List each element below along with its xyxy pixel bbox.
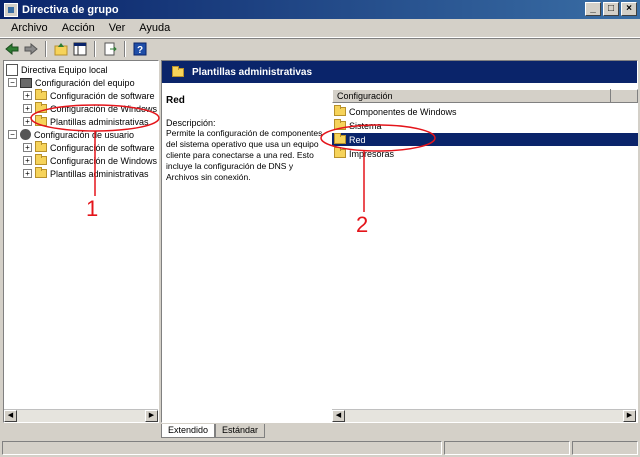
list-item-label: Red (349, 134, 366, 145)
folder-icon (172, 65, 184, 77)
toolbar-separator (45, 40, 47, 57)
tree-user-config[interactable]: − Configuración de usuario (8, 128, 134, 141)
help-icon[interactable]: ? (132, 41, 148, 57)
toolbar-separator (124, 40, 126, 57)
folder-icon (35, 115, 47, 126)
tab-extendido[interactable]: Extendido (161, 424, 216, 438)
list-item[interactable]: Componentes de Windows (332, 105, 638, 118)
window-title: Directiva de grupo (22, 3, 119, 16)
tree-computer-admin-templates[interactable]: + Plantillas administrativas (23, 115, 149, 128)
list-item-label: Impresoras (349, 148, 395, 159)
tree-computer-windows[interactable]: + Configuración de Windows (23, 102, 157, 115)
tree-user-software[interactable]: + Configuración de software (23, 141, 155, 154)
tree-item-label: Configuración de Windows (50, 155, 158, 166)
collapse-icon[interactable]: − (8, 78, 17, 87)
back-icon[interactable] (4, 41, 20, 57)
expand-icon[interactable]: + (23, 156, 32, 165)
tree-item-label: Configuración de software (50, 142, 155, 153)
description-text: Permite la configuración de componentes … (166, 128, 323, 182)
minimize-button[interactable]: _ (585, 2, 601, 16)
description-title: Red (166, 95, 185, 106)
collapse-icon[interactable]: − (8, 130, 17, 139)
list-horizontal-scrollbar[interactable]: ◀ ▶ (332, 409, 636, 422)
scroll-left-icon[interactable]: ◀ (332, 410, 345, 422)
folder-icon (35, 89, 47, 100)
user-icon (20, 129, 31, 140)
list-item-label: Sistema (349, 120, 382, 131)
list-item-label: Componentes de Windows (349, 106, 457, 117)
toolbar-separator (94, 40, 96, 57)
console-tree: Directiva Equipo local − Configuración d… (3, 60, 159, 423)
export-list-icon[interactable] (102, 41, 118, 57)
show-hide-tree-icon[interactable] (72, 41, 88, 57)
menu-ver[interactable]: Ver (102, 22, 133, 34)
tree-item-label: Plantillas administrativas (50, 116, 149, 127)
toolbar: ? (0, 38, 640, 58)
status-pane (572, 441, 638, 455)
folder-icon (334, 119, 346, 130)
folder-icon (35, 102, 47, 113)
scroll-right-icon[interactable]: ▶ (623, 410, 636, 422)
expand-icon[interactable]: + (23, 143, 32, 152)
status-bar (0, 439, 640, 457)
folder-icon (35, 141, 47, 152)
folder-icon (35, 167, 47, 178)
tree-root-label: Directiva Equipo local (21, 64, 108, 75)
tree-computer-label: Configuración del equipo (35, 77, 135, 88)
tree-item-label: Configuración de software (50, 90, 155, 101)
folder-icon (334, 133, 346, 144)
settings-list: Configuración Componentes de Windows Sis… (332, 89, 638, 422)
menu-ayuda[interactable]: Ayuda (132, 22, 177, 34)
details-header: Plantillas administrativas (162, 61, 637, 83)
computer-icon (20, 77, 32, 88)
tree-user-label: Configuración de usuario (34, 129, 135, 140)
list-item[interactable]: Sistema (332, 119, 638, 132)
menu-archivo[interactable]: Archivo (4, 22, 55, 34)
column-header-configuracion[interactable]: Configuración (332, 89, 638, 103)
list-item-selected[interactable]: Red (332, 133, 638, 146)
details-pane: Plantillas administrativas Red Descripci… (161, 60, 638, 423)
expand-icon[interactable]: + (23, 117, 32, 126)
scroll-right-icon[interactable]: ▶ (145, 410, 158, 422)
annotation-number-1: 1 (86, 196, 99, 221)
folder-icon (334, 147, 346, 158)
annotation-number-2: 2 (356, 212, 369, 237)
folder-icon (334, 105, 346, 116)
app-icon (4, 2, 18, 17)
folder-icon (35, 154, 47, 165)
scroll-left-icon[interactable]: ◀ (4, 410, 17, 422)
policy-icon (6, 63, 18, 76)
tree-user-admin-templates[interactable]: + Plantillas administrativas (23, 167, 149, 180)
details-header-title: Plantillas administrativas (192, 66, 313, 78)
status-pane (444, 441, 570, 455)
column-header-filler (610, 89, 638, 103)
title-bar: Directiva de grupo _ □ × (0, 0, 640, 19)
status-pane (2, 441, 442, 455)
forward-icon[interactable] (23, 41, 39, 57)
expand-icon[interactable]: + (23, 104, 32, 113)
svg-text:?: ? (137, 45, 143, 56)
menu-bar: Archivo Acción Ver Ayuda (0, 19, 640, 38)
expand-icon[interactable]: + (23, 169, 32, 178)
tab-estandar[interactable]: Estándar (215, 424, 266, 438)
view-tabs: Extendido Estándar (161, 424, 266, 438)
close-button[interactable]: × (621, 2, 637, 16)
tree-item-label: Plantillas administrativas (50, 168, 149, 179)
maximize-button[interactable]: □ (603, 2, 619, 16)
tree-computer-software[interactable]: + Configuración de software (23, 89, 155, 102)
tree-horizontal-scrollbar[interactable]: ◀ ▶ (4, 409, 158, 422)
tree-item-label: Configuración de Windows (50, 103, 158, 114)
up-icon[interactable] (53, 41, 69, 57)
expand-icon[interactable]: + (23, 91, 32, 100)
tree-root[interactable]: Directiva Equipo local (6, 63, 108, 76)
tree-user-windows[interactable]: + Configuración de Windows (23, 154, 157, 167)
list-item[interactable]: Impresoras (332, 147, 638, 160)
menu-accion[interactable]: Acción (55, 22, 102, 34)
description-label: Descripción: (166, 118, 216, 128)
tree-computer-config[interactable]: − Configuración del equipo (8, 76, 135, 89)
